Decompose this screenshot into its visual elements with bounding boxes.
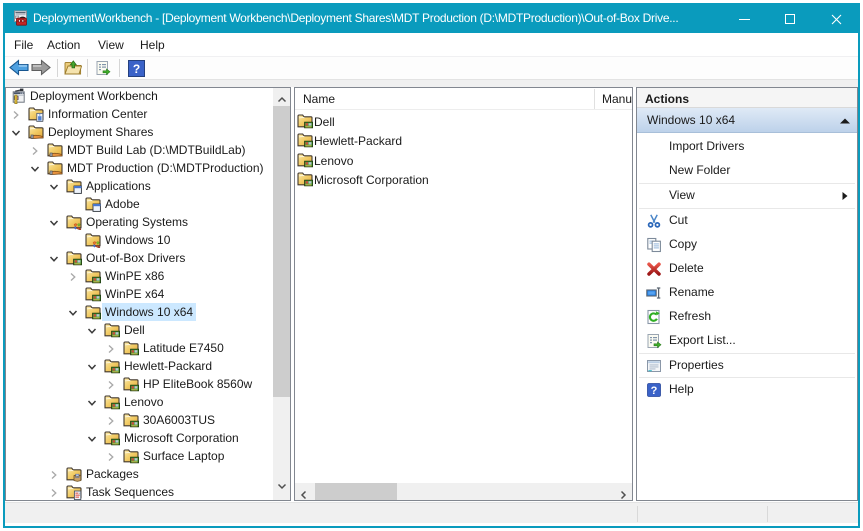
svg-text:?: ? xyxy=(651,385,658,397)
svg-text:?: ? xyxy=(133,62,140,76)
